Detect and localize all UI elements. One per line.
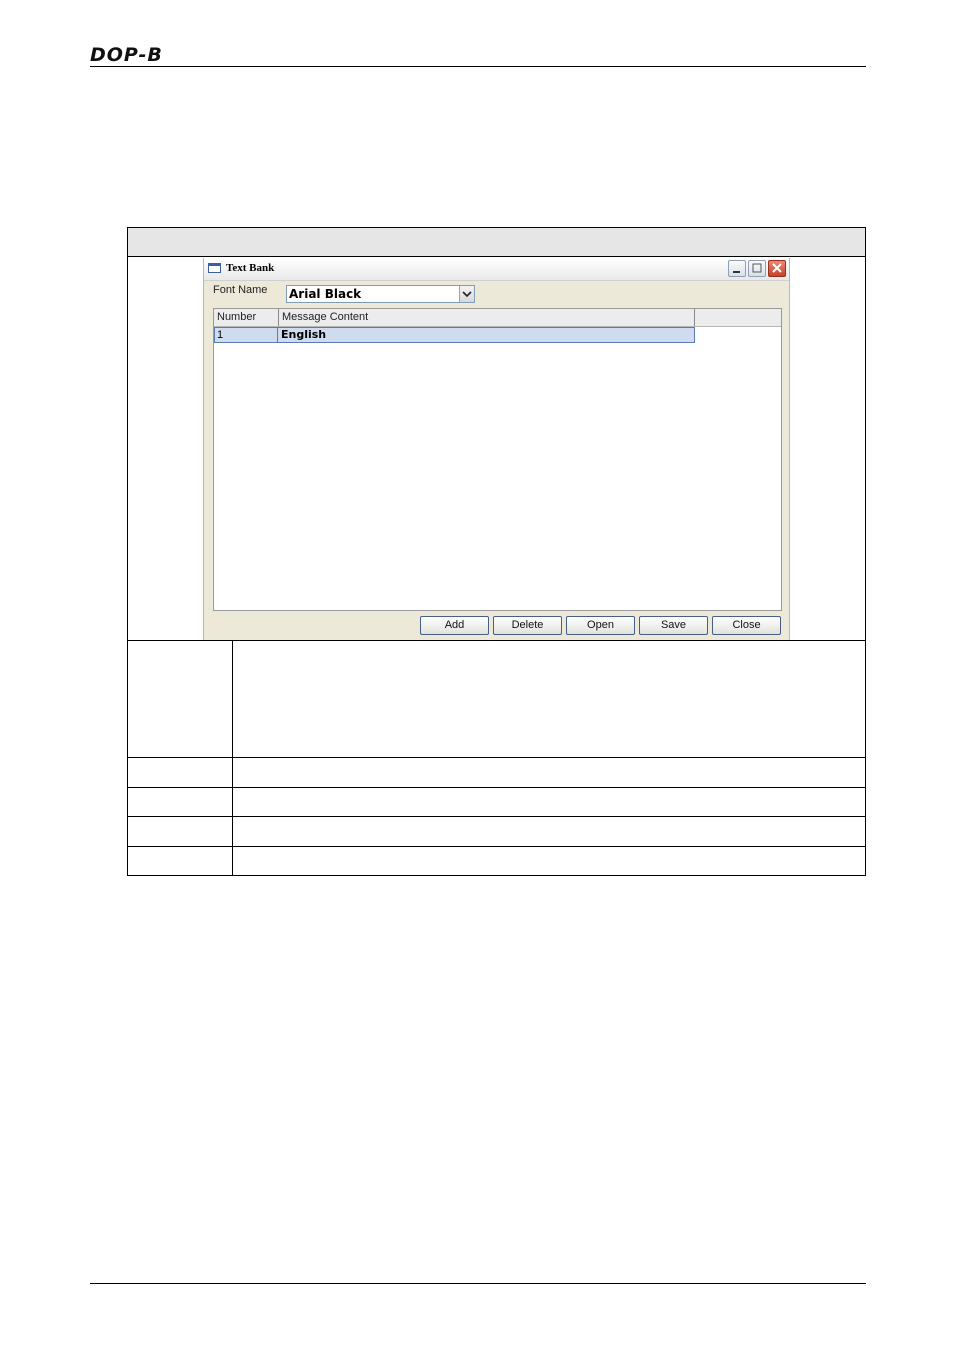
font-name-value: Arial Black (289, 287, 362, 301)
close-window-button[interactable] (768, 260, 786, 277)
header-rule (90, 66, 866, 67)
chevron-down-icon[interactable] (459, 286, 474, 302)
spec-row-4-label (128, 817, 233, 846)
spec-row-5-label (128, 847, 233, 875)
spec-row-2 (128, 758, 865, 788)
spec-row-3 (128, 788, 865, 817)
close-icon (772, 263, 782, 273)
spec-row-4 (128, 817, 865, 847)
spec-table-header (128, 228, 865, 257)
spec-row-3-content (233, 788, 865, 816)
spec-row-1 (128, 641, 865, 758)
window-icon (208, 263, 221, 273)
table-row[interactable]: 1 English (214, 327, 695, 343)
footer-rule (90, 1283, 866, 1284)
dialog-title: Text Bank (226, 262, 275, 274)
maximize-icon (752, 263, 762, 273)
text-bank-dialog: Text Bank Font Name Arial Black Number M… (203, 258, 790, 640)
open-button[interactable]: Open (566, 616, 635, 635)
font-name-label: Font Name (213, 284, 268, 296)
font-name-select[interactable]: Arial Black (286, 285, 475, 303)
column-header-message-content[interactable]: Message Content (279, 309, 695, 326)
spec-row-5 (128, 847, 865, 875)
product-logo: DOP-B (90, 44, 163, 66)
spec-row-1-content (233, 641, 865, 757)
spec-row-2-label (128, 758, 233, 787)
spec-row-2-content (233, 758, 865, 787)
column-header-number[interactable]: Number (214, 309, 279, 326)
minimize-button[interactable] (728, 260, 746, 277)
spec-row-4-content (233, 817, 865, 846)
spec-row-5-content (233, 847, 865, 875)
row-number-cell[interactable]: 1 (215, 328, 278, 342)
delete-button[interactable]: Delete (493, 616, 562, 635)
message-grid: Number Message Content 1 English (213, 308, 782, 611)
grid-header: Number Message Content (214, 309, 781, 327)
spec-row-3-label (128, 788, 233, 816)
row-message-cell[interactable]: English (279, 328, 693, 342)
spec-row-1-label (128, 641, 233, 757)
maximize-button[interactable] (748, 260, 766, 277)
minimize-icon (733, 271, 740, 273)
close-button[interactable]: Close (712, 616, 781, 635)
save-button[interactable]: Save (639, 616, 708, 635)
add-button[interactable]: Add (420, 616, 489, 635)
dialog-titlebar[interactable]: Text Bank (204, 258, 789, 281)
